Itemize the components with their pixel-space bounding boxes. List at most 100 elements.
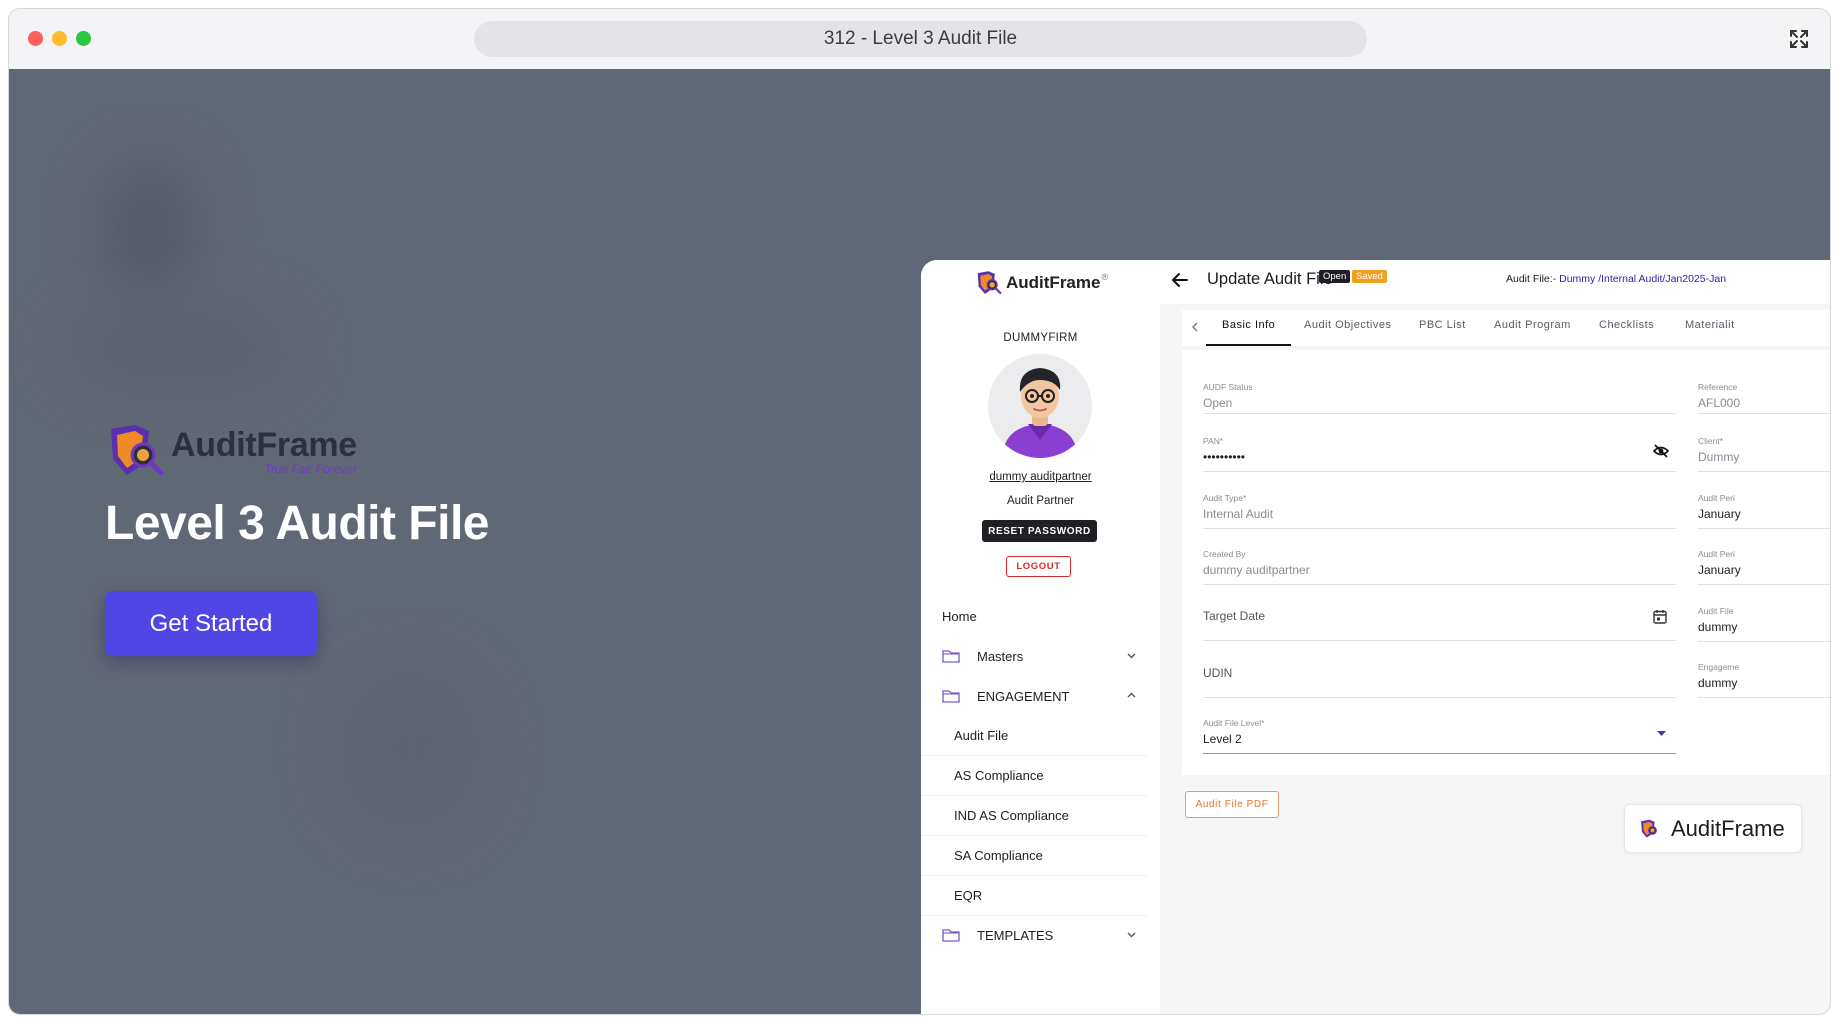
hero-brand-name: AuditFrame: [171, 425, 357, 464]
user-role: Audit Partner: [1006, 495, 1075, 507]
audit-file-path-prefix: Audit File:-: [1506, 273, 1560, 285]
udin-field[interactable]: UDIN: [1203, 666, 1676, 698]
field-underline: [1203, 471, 1676, 472]
zoom-window-button[interactable]: [76, 31, 91, 46]
field-value: dummy: [1698, 676, 1738, 690]
basic-info-form: AUDF Status Open PAN* •••••••••• Audit T…: [1182, 350, 1830, 775]
get-started-button[interactable]: Get Started: [105, 591, 317, 656]
field-label: Audit Peri: [1698, 493, 1735, 503]
tab-bar: Basic Info Audit Objectives PBC List Aud…: [1182, 310, 1830, 346]
browser-window: 312 - Level 3 Audit File AuditFrame True…: [8, 8, 1831, 1015]
sidebar-item-masters[interactable]: Masters: [921, 636, 1147, 676]
user-avatar-illustration: [1002, 368, 1078, 458]
user-name-link[interactable]: dummy auditpartner: [921, 471, 1160, 483]
field-label: PAN*: [1203, 436, 1224, 446]
field-underline: [1698, 641, 1830, 642]
tab-materiality[interactable]: Materialit: [1685, 310, 1735, 346]
field-value: Internal Audit: [1203, 507, 1274, 521]
sidebar-item-ind-as-compliance[interactable]: IND AS Compliance: [921, 796, 1147, 836]
field-label: Audit File: [1698, 606, 1734, 616]
field-value: January: [1698, 563, 1741, 577]
field-underline: [1203, 584, 1676, 585]
field-underline: [1698, 471, 1830, 472]
auditframe-logo-icon: [111, 425, 164, 476]
hero-title: Level 3 Audit File: [105, 497, 489, 550]
sidebar-item-label: EQR: [954, 888, 983, 903]
calendar-icon[interactable]: [1653, 609, 1667, 624]
folder-icon: [942, 929, 960, 942]
sidebar-brand-name: AuditFrame: [1006, 273, 1101, 292]
avatar[interactable]: [988, 354, 1092, 458]
chevron-down-icon: [1127, 932, 1136, 938]
sidebar-item-label: Masters: [977, 648, 1024, 664]
firm-name: DUMMYFIRM: [1003, 332, 1078, 344]
minimize-window-button[interactable]: [52, 31, 67, 46]
reference-field: Reference AFL000: [1698, 382, 1830, 414]
dropdown-arrow-icon[interactable]: [1657, 731, 1666, 737]
field-value: ••••••••••: [1203, 450, 1246, 464]
field-underline: [1698, 528, 1830, 529]
sidebar-item-audit-file[interactable]: Audit File: [921, 716, 1147, 756]
page-header: Update Audit File Open Saved Audit File:…: [1160, 260, 1830, 304]
tab-pbc-list[interactable]: PBC List: [1419, 310, 1466, 346]
auditframe-brand-chip[interactable]: AuditFrame: [1624, 804, 1802, 853]
sidebar-item-as-compliance[interactable]: AS Compliance: [921, 756, 1147, 796]
tab-audit-program[interactable]: Audit Program: [1494, 310, 1571, 346]
audit-file-pdf-button[interactable]: Audit File PDF: [1185, 791, 1279, 818]
audit-file-path-link[interactable]: Dummy /Internal Audit/Jan2025-Jan: [1559, 273, 1726, 285]
field-value: Open: [1203, 396, 1233, 410]
field-label: Created By: [1203, 549, 1246, 559]
sidebar-item-label: SA Compliance: [954, 848, 1043, 863]
created-by-field: Created By dummy auditpartner: [1203, 549, 1676, 585]
client-field: Client* Dummy: [1698, 436, 1830, 472]
visibility-off-icon[interactable]: [1653, 444, 1669, 458]
audit-file-level-select[interactable]: Audit File Level* Level 2: [1203, 718, 1676, 754]
field-label: Engageme: [1698, 662, 1740, 672]
pan-field[interactable]: PAN* ••••••••••: [1203, 436, 1676, 472]
sidebar-item-label: AS Compliance: [954, 768, 1044, 783]
engagement-field[interactable]: Engageme dummy: [1698, 662, 1830, 698]
close-window-button[interactable]: [28, 31, 43, 46]
audit-file-field[interactable]: Audit File dummy: [1698, 606, 1830, 642]
audit-period-to-field[interactable]: Audit Peri January: [1698, 549, 1830, 585]
sidebar-item-sa-compliance[interactable]: SA Compliance: [921, 836, 1147, 876]
target-date-field[interactable]: Target Date: [1203, 609, 1676, 641]
sidebar-item-templates[interactable]: TEMPLATES: [921, 915, 1147, 955]
app-preview: AuditFrame ® DUMMYFIRM dummy auditpartne…: [921, 260, 1830, 1014]
audit-file-path: Audit File:- Dummy /Internal Audit/Jan20…: [1506, 273, 1726, 285]
field-label: Audit Type*: [1203, 493, 1247, 503]
field-underline: [1698, 584, 1830, 585]
fullscreen-icon[interactable]: [1788, 28, 1810, 50]
field-underline: [1203, 697, 1676, 698]
chevron-left-icon[interactable]: [1190, 321, 1200, 333]
folder-icon: [942, 650, 960, 663]
field-label: Client*: [1698, 436, 1724, 446]
field-underline: [1203, 640, 1676, 641]
audf-status-field: AUDF Status Open: [1203, 382, 1676, 414]
reset-password-button[interactable]: RESET PASSWORD: [982, 520, 1097, 542]
tab-checklists[interactable]: Checklists: [1599, 310, 1654, 346]
field-placeholder: Target Date: [1203, 609, 1266, 623]
field-value: dummy auditpartner: [1203, 563, 1310, 577]
field-underline: [1698, 413, 1830, 414]
sidebar-item-engagement[interactable]: ENGAGEMENT: [921, 676, 1147, 716]
address-bar[interactable]: 312 - Level 3 Audit File: [474, 21, 1367, 57]
folder-icon: [942, 690, 960, 703]
logout-button[interactable]: LOGOUT: [1006, 556, 1071, 577]
sidebar-item-label: TEMPLATES: [977, 927, 1054, 943]
background-blur-shape: [69, 309, 289, 389]
audit-period-from-field[interactable]: Audit Peri January: [1698, 493, 1830, 529]
sidebar-logo[interactable]: AuditFrame ®: [975, 270, 1108, 296]
field-underline: [1203, 753, 1676, 754]
chevron-down-icon: [1127, 653, 1136, 659]
sidebar-item-home[interactable]: Home: [921, 596, 1147, 636]
back-arrow-icon[interactable]: [1171, 271, 1189, 289]
field-placeholder: UDIN: [1203, 666, 1233, 680]
sidebar-item-eqr[interactable]: EQR: [921, 876, 1147, 916]
field-label: Reference: [1698, 382, 1738, 392]
tab-audit-objectives[interactable]: Audit Objectives: [1304, 310, 1391, 346]
tab-basic-info[interactable]: Basic Info: [1206, 310, 1292, 346]
brand-chip-label: AuditFrame: [1671, 815, 1785, 841]
sidebar-item-label: IND AS Compliance: [954, 808, 1069, 823]
auditframe-logo-icon: [977, 271, 1002, 295]
